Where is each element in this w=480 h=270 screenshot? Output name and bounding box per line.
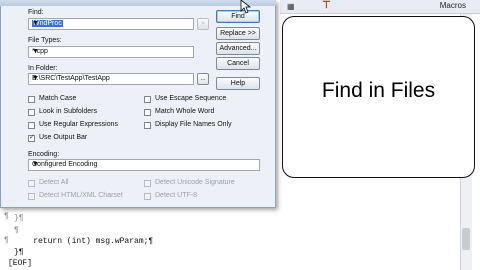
match-case-label: Match Case [39, 95, 77, 102]
help-button[interactable]: Help [216, 77, 260, 90]
detect-html-xml-charset-checkbox[interactable] [28, 193, 35, 200]
browse-folder-button[interactable]: ... [197, 73, 209, 85]
match-whole-word-checkbox[interactable] [144, 109, 151, 116]
fold-marker: ¶ [4, 236, 9, 245]
cancel-button-label: Cancel [227, 60, 249, 67]
match-whole-word-option[interactable]: Match Whole Word [144, 108, 264, 118]
use-escape-sequence-option[interactable]: Use Escape Sequence [144, 95, 264, 105]
detect-all-option[interactable]: Detect All [28, 179, 138, 189]
display-file-names-only-label: Display File Names Only [155, 121, 232, 128]
detect-utf8-label: Detect UTF-8 [155, 192, 198, 199]
look-in-subfolders-checkbox[interactable] [28, 109, 35, 116]
help-button-label: Help [230, 80, 246, 87]
detect-unicode-signature-checkbox[interactable] [144, 180, 151, 187]
find-button[interactable]: Find [216, 10, 260, 23]
display-file-names-only-checkbox[interactable] [144, 122, 151, 129]
browse-folder-label: ... [200, 76, 206, 82]
use-escape-sequence-checkbox[interactable] [144, 96, 151, 103]
encoding-select[interactable]: Configured Encoding ▼ [28, 159, 260, 171]
find-options-glyph: > [201, 21, 205, 27]
in-folder-label: In Folder: [28, 65, 58, 72]
match-case-checkbox[interactable] [28, 96, 35, 103]
find-options-button[interactable]: > [197, 18, 209, 30]
use-regex-label: Use Regular Expressions [39, 121, 118, 128]
cancel-button[interactable]: Cancel [216, 57, 260, 70]
chevron-down-icon[interactable]: ▼ [32, 48, 191, 55]
look-in-subfolders-option[interactable]: Look in Subfolders [28, 108, 148, 118]
detect-all-checkbox[interactable] [28, 180, 35, 187]
macros-menu[interactable]: Macros [440, 1, 466, 10]
use-output-bar-checkbox[interactable] [28, 133, 35, 142]
encoding-label: Encoding: [28, 151, 60, 158]
find-input[interactable]: WndProc ▼ [28, 18, 194, 30]
eof-marker: [EOF] [8, 259, 33, 268]
code-line-text: }¶ [14, 248, 24, 257]
display-file-names-only-option[interactable]: Display File Names Only [144, 121, 269, 131]
detect-html-xml-charset-label: Detect HTML/XML Charset [39, 192, 123, 199]
dialog-titlebar[interactable] [0, 0, 276, 6]
use-regex-checkbox[interactable] [28, 122, 35, 129]
editor-scrollbar-thumb[interactable] [462, 228, 470, 250]
code-line: }¶ [14, 248, 24, 257]
detect-utf8-checkbox[interactable] [144, 193, 151, 200]
find-button-label: Find [231, 13, 245, 20]
detect-html-xml-charset-option[interactable]: Detect HTML/XML Charset [28, 192, 138, 202]
detect-unicode-signature-option[interactable]: Detect Unicode Signature [144, 179, 269, 189]
callout-text: Find in Files [321, 79, 436, 102]
detect-utf8-option[interactable]: Detect UTF-8 [144, 192, 254, 202]
detect-unicode-signature-label: Detect Unicode Signature [155, 179, 235, 186]
detect-all-label: Detect All [39, 179, 69, 186]
match-whole-word-label: Match Whole Word [155, 108, 215, 115]
code-line-text: }¶ [14, 214, 24, 223]
file-types-select[interactable]: *.cpp ▼ [28, 46, 194, 58]
use-escape-sequence-label: Use Escape Sequence [155, 95, 227, 102]
toolbar-grid-icon[interactable]: ▦ [287, 2, 295, 11]
use-output-bar-label: Use Output Bar [39, 134, 88, 141]
match-case-option[interactable]: Match Case [28, 95, 148, 105]
fold-marker: ¶ [4, 212, 9, 221]
code-line: }¶ [14, 214, 24, 223]
replace-button-label: Replace >> [220, 30, 256, 37]
use-regex-option[interactable]: Use Regular Expressions [28, 121, 148, 131]
use-output-bar-option[interactable]: Use Output Bar [28, 133, 148, 144]
chevron-down-icon[interactable]: ▼ [32, 75, 191, 82]
cursor-marker-icon: ⊤ [322, 0, 331, 11]
find-label: Find: [28, 9, 44, 16]
code-line-text: ¶ [14, 226, 19, 235]
code-line: [EOF] [8, 259, 32, 268]
chevron-down-icon[interactable]: ▼ [32, 161, 257, 168]
advanced-button[interactable]: Advanced... [216, 42, 260, 55]
chevron-down-icon[interactable]: ▼ [32, 20, 191, 27]
look-in-subfolders-label: Look in Subfolders [39, 108, 97, 115]
in-folder-select[interactable]: E:\SRC\TestApp\TestApp ▼ [28, 73, 194, 85]
advanced-button-label: Advanced... [219, 45, 257, 52]
mouse-pointer-icon [240, 0, 252, 14]
code-line: ¶ [14, 226, 19, 235]
file-types-label: File Types: [28, 37, 62, 44]
code-line-text: return (int) msg.wParam;¶ [14, 237, 154, 246]
code-line: return (int) msg.wParam;¶ [14, 237, 153, 246]
replace-button[interactable]: Replace >> [216, 27, 260, 40]
